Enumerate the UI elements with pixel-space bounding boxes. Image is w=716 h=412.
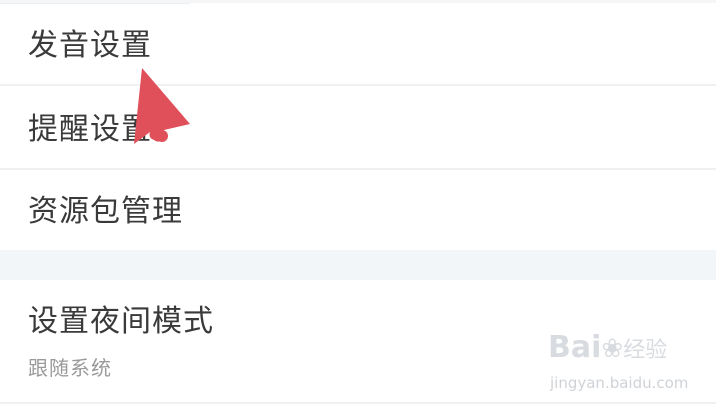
red-arrow-pointer-icon — [134, 68, 190, 144]
settings-item-label: 资源包管理 — [28, 194, 183, 229]
section-gap — [0, 250, 716, 280]
baidu-jingyan-watermark: Bai❀经验 jingyan.baidu.com — [548, 330, 698, 400]
watermark-logo-suffix: 经验 — [623, 338, 668, 363]
baidu-paw-icon: ❀ — [601, 334, 624, 364]
divider — [0, 402, 716, 404]
settings-item-label: 发音设置 — [28, 28, 152, 63]
settings-item-pronunciation[interactable]: 发音设置 — [0, 4, 716, 84]
settings-item-resource-pack[interactable]: 资源包管理 — [0, 170, 716, 250]
watermark-logo-text: Bai — [548, 330, 602, 365]
watermark-url: jingyan.baidu.com — [550, 374, 689, 392]
night-mode-value: 跟随系统 — [28, 356, 112, 380]
watermark-logo: Bai❀经验 — [548, 330, 667, 369]
settings-page: 发音设置 提醒设置 资源包管理 设置夜间模式 跟随系统 Bai❀经验 jingy… — [0, 0, 716, 412]
settings-item-reminder[interactable]: 提醒设置 — [0, 86, 716, 168]
night-mode-label: 设置夜间模式 — [28, 304, 214, 339]
